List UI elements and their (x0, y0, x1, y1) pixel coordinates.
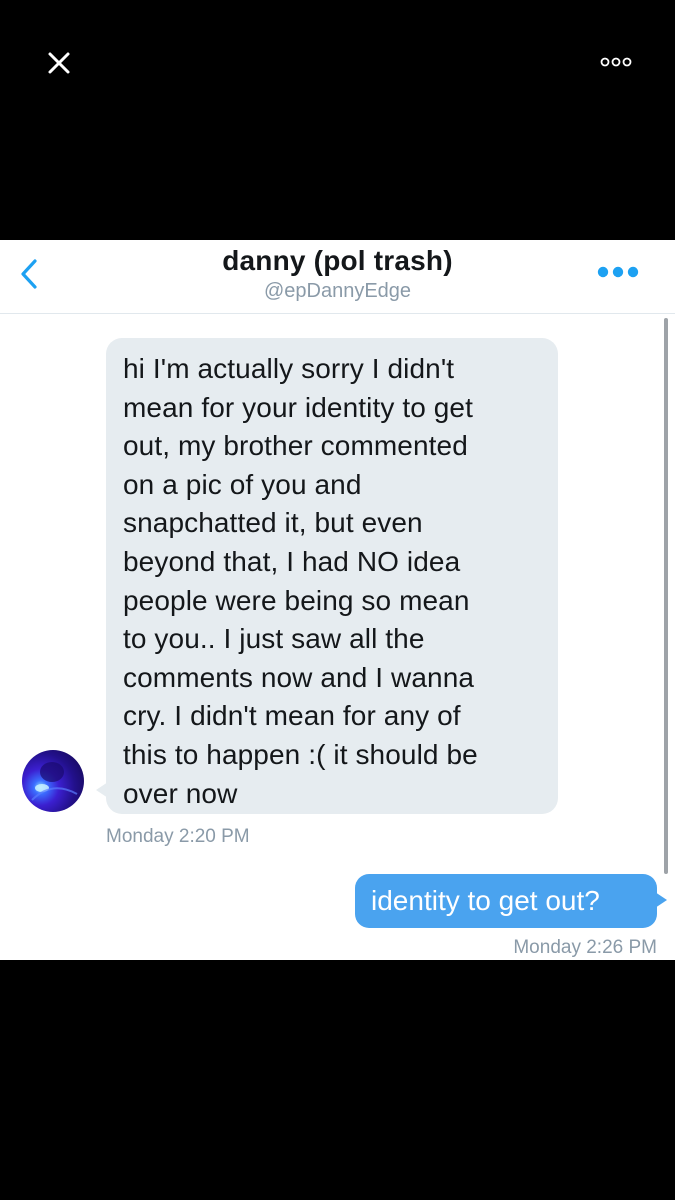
avatar-image (31, 762, 78, 801)
outgoing-timestamp: Monday 2:26 PM (513, 937, 657, 958)
incoming-message-text: hi I'm actually sorry I didn't mean for … (123, 350, 553, 813)
conversation-title: danny (pol trash) (222, 245, 453, 276)
dm-screenshot: danny (pol trash) @epDannyEdge hi I'm ac… (0, 240, 675, 960)
message-line: over now (123, 777, 238, 809)
message-line: to you.. I just saw all the (123, 623, 425, 655)
scrollbar[interactable] (664, 318, 668, 874)
close-icon (48, 52, 70, 74)
conversation-header: danny (pol trash) @epDannyEdge (0, 240, 675, 314)
avatar[interactable] (22, 750, 84, 812)
message-line: comments now and I wanna (123, 661, 475, 693)
message-thread[interactable]: hi I'm actually sorry I didn't mean for … (0, 314, 675, 960)
message-line: this to happen :( it should be (123, 738, 478, 770)
bubble-tail (655, 892, 667, 908)
message-line: out, my brother commented (123, 430, 468, 462)
message-line: hi I'm actually sorry I didn't (123, 353, 455, 384)
message-line: snapchatted it, but even (123, 507, 423, 539)
message-line: cry. I didn't mean for any of (123, 700, 461, 732)
conversation-handle: @epDannyEdge (263, 280, 412, 302)
photo-viewer-bottom-area (0, 960, 675, 1200)
close-button[interactable] (40, 44, 78, 82)
bubble-tail (96, 782, 108, 798)
outgoing-message-text: identity to get out? (371, 885, 600, 916)
message-line: people were being so mean (123, 584, 470, 616)
more-options-icon (600, 57, 632, 67)
more-dots-icon (597, 266, 639, 278)
incoming-timestamp: Monday 2:20 PM (106, 826, 250, 847)
outgoing-message-bubble[interactable]: identity to get out? (355, 874, 667, 928)
photo-viewer-top-bar (0, 0, 675, 240)
message-line: beyond that, I had NO idea (123, 545, 461, 577)
incoming-message-bubble[interactable]: hi I'm actually sorry I didn't mean for … (96, 338, 558, 814)
message-line: on a pic of you and (123, 468, 362, 500)
more-options-button[interactable] (596, 52, 636, 72)
conversation-more-button[interactable] (594, 264, 644, 280)
message-line: mean for your identity to get (123, 391, 473, 423)
